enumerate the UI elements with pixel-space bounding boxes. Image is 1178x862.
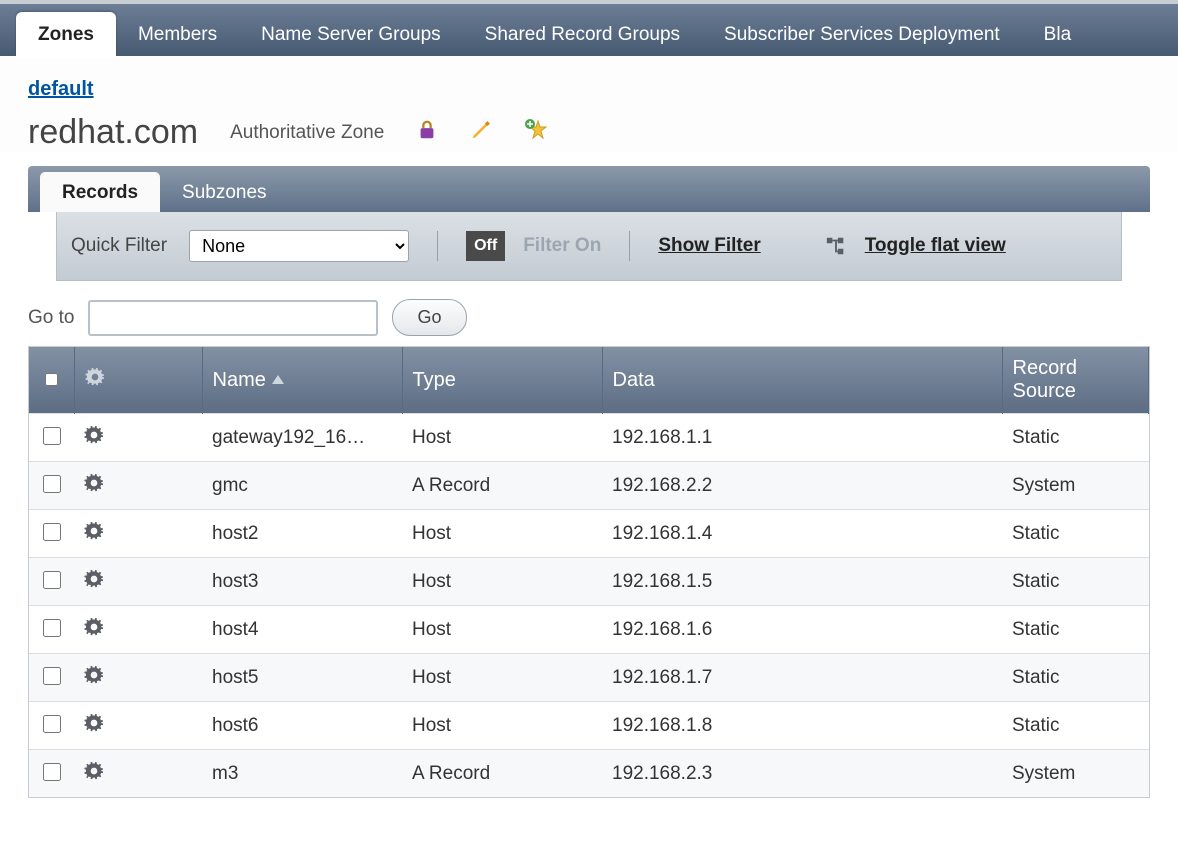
top-tabs: ZonesMembersName Server GroupsShared Rec…: [0, 0, 1178, 58]
cell-type: Host: [402, 606, 602, 654]
show-filter-link[interactable]: Show Filter: [658, 235, 760, 257]
table-row[interactable]: host5Host192.168.1.7Static: [29, 654, 1149, 702]
cell-source: Static: [1002, 654, 1149, 702]
table-row[interactable]: gateway192_16…Host192.168.1.1Static: [29, 414, 1149, 462]
table-row[interactable]: m3A Record192.168.2.3System: [29, 750, 1149, 798]
zone-title: redhat.com: [28, 113, 198, 152]
sub-tabs: RecordsSubzones: [28, 166, 1150, 212]
toolbar-divider: [629, 231, 630, 261]
gear-icon[interactable]: [84, 521, 104, 541]
column-record-source[interactable]: Record Source: [1002, 347, 1149, 414]
row-checkbox[interactable]: [43, 571, 61, 589]
top-tab-shared-record-groups[interactable]: Shared Record Groups: [463, 12, 702, 56]
top-tab-zones[interactable]: Zones: [16, 12, 116, 56]
cell-source: Static: [1002, 606, 1149, 654]
select-all-checkbox[interactable]: [45, 373, 58, 386]
row-checkbox[interactable]: [43, 619, 61, 637]
quick-filter-select[interactable]: None: [189, 230, 409, 262]
goto-input[interactable]: [88, 300, 378, 336]
cell-source: Static: [1002, 414, 1149, 462]
gear-icon[interactable]: [84, 761, 104, 781]
toggle-flat-view-link[interactable]: Toggle flat view: [865, 235, 1006, 257]
cell-name: host5: [202, 654, 402, 702]
breadcrumb-link[interactable]: default: [28, 78, 94, 100]
gear-icon[interactable]: [84, 665, 104, 685]
table-row[interactable]: host4Host192.168.1.6Static: [29, 606, 1149, 654]
cell-name: gmc: [202, 462, 402, 510]
column-data[interactable]: Data: [602, 347, 1002, 414]
column-actions: [74, 347, 202, 414]
cell-name: m3: [202, 750, 402, 798]
top-tab-members[interactable]: Members: [116, 12, 239, 56]
row-checkbox[interactable]: [43, 667, 61, 685]
cell-source: Static: [1002, 702, 1149, 750]
cell-type: Host: [402, 510, 602, 558]
table-row[interactable]: host2Host192.168.1.4Static: [29, 510, 1149, 558]
column-select-all[interactable]: [29, 347, 74, 414]
cell-name: host6: [202, 702, 402, 750]
filter-on-label: Filter On: [523, 235, 601, 257]
cell-type: Host: [402, 654, 602, 702]
top-tab-subscriber-services-deployment[interactable]: Subscriber Services Deployment: [702, 12, 1022, 56]
cell-source: System: [1002, 750, 1149, 798]
gear-icon[interactable]: [84, 569, 104, 589]
table-row[interactable]: host6Host192.168.1.8Static: [29, 702, 1149, 750]
cell-type: Host: [402, 414, 602, 462]
goto-label: Go to: [28, 307, 74, 329]
row-checkbox[interactable]: [43, 523, 61, 541]
column-type[interactable]: Type: [402, 347, 602, 414]
table-row[interactable]: gmcA Record192.168.2.2System: [29, 462, 1149, 510]
quick-filter-label: Quick Filter: [71, 235, 167, 257]
cell-type: Host: [402, 702, 602, 750]
cell-data: 192.168.1.1: [602, 414, 1002, 462]
gear-icon[interactable]: [84, 473, 104, 493]
cell-data: 192.168.1.4: [602, 510, 1002, 558]
filter-toolbar: Quick Filter None Off Filter On Show Fil…: [56, 212, 1122, 281]
toolbar-divider: [437, 231, 438, 261]
add-favorite-icon[interactable]: [524, 118, 548, 148]
row-checkbox[interactable]: [43, 763, 61, 781]
cell-source: System: [1002, 462, 1149, 510]
gear-icon[interactable]: [85, 367, 105, 387]
row-checkbox[interactable]: [43, 427, 61, 445]
cell-type: Host: [402, 558, 602, 606]
top-tab-bla[interactable]: Bla: [1022, 12, 1093, 56]
tree-icon: [825, 235, 847, 257]
sort-asc-icon: [272, 375, 284, 384]
cell-name: host2: [202, 510, 402, 558]
cell-data: 192.168.1.6: [602, 606, 1002, 654]
gear-icon[interactable]: [84, 617, 104, 637]
cell-data: 192.168.1.7: [602, 654, 1002, 702]
top-tab-name-server-groups[interactable]: Name Server Groups: [239, 12, 463, 56]
cell-name: gateway192_16…: [202, 414, 402, 462]
row-checkbox[interactable]: [43, 715, 61, 733]
cell-source: Static: [1002, 558, 1149, 606]
cell-type: A Record: [402, 750, 602, 798]
cell-data: 192.168.2.2: [602, 462, 1002, 510]
goto-row: Go to Go: [28, 299, 1150, 336]
row-checkbox[interactable]: [43, 475, 61, 493]
zone-type-label: Authoritative Zone: [230, 122, 384, 144]
table-row[interactable]: host3Host192.168.1.5Static: [29, 558, 1149, 606]
goto-button[interactable]: Go: [392, 299, 466, 336]
cell-name: host4: [202, 606, 402, 654]
breadcrumb: default: [28, 78, 1150, 101]
records-table: Name Type Data Record Source gateway192_…: [28, 346, 1150, 798]
zone-header: default redhat.com Authoritative Zone: [0, 58, 1178, 152]
gear-icon[interactable]: [84, 425, 104, 445]
cell-source: Static: [1002, 510, 1149, 558]
cell-data: 192.168.1.8: [602, 702, 1002, 750]
sub-tab-subzones[interactable]: Subzones: [160, 172, 289, 212]
cell-type: A Record: [402, 462, 602, 510]
filter-off-badge[interactable]: Off: [466, 231, 505, 261]
cell-name: host3: [202, 558, 402, 606]
sub-tab-records[interactable]: Records: [40, 172, 160, 212]
cell-data: 192.168.2.3: [602, 750, 1002, 798]
edit-icon[interactable]: [470, 119, 492, 147]
gear-icon[interactable]: [84, 713, 104, 733]
cell-data: 192.168.1.5: [602, 558, 1002, 606]
column-name[interactable]: Name: [202, 347, 402, 414]
lock-icon[interactable]: [416, 119, 438, 147]
